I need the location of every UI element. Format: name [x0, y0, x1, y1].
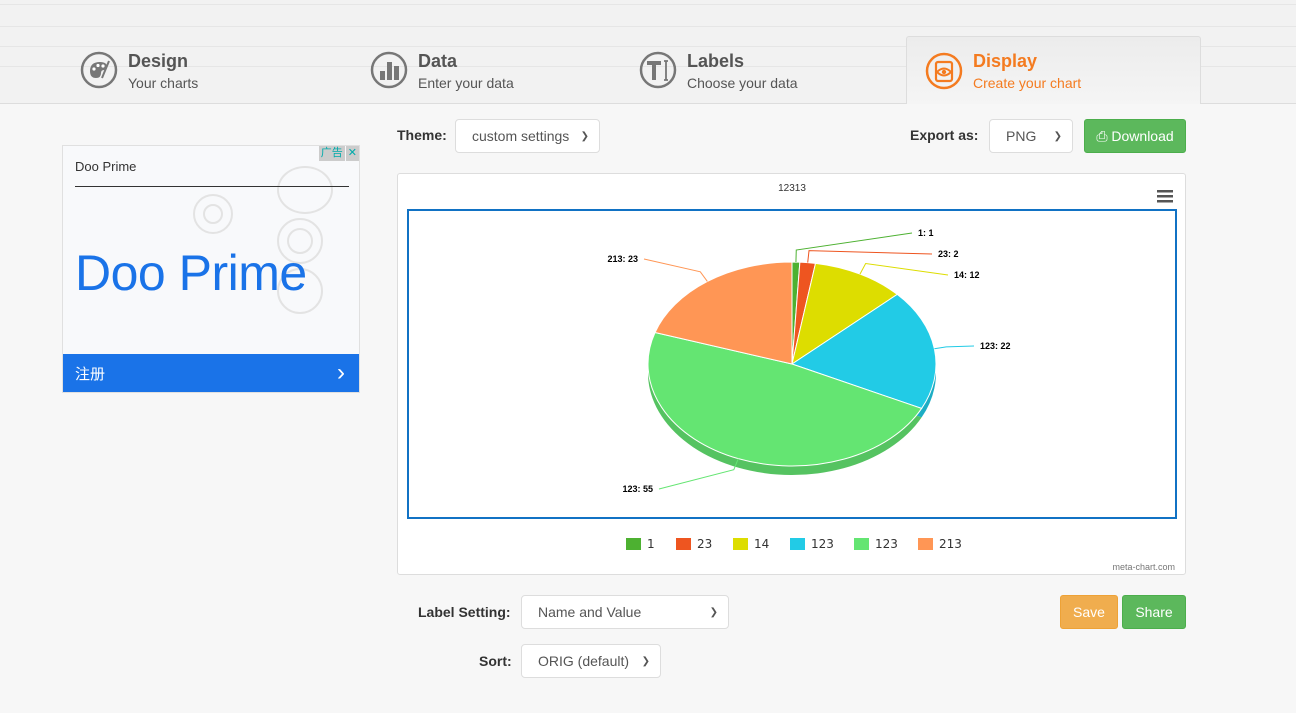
- pie-chart: 12313 1: 1 23: 2 14: 12 123: 22 123: 55 213: …: [407, 183, 1177, 572]
- bar-chart-icon: [370, 51, 408, 89]
- chart-credit: meta-chart.com: [1112, 562, 1175, 572]
- legend-swatch[interactable]: [733, 538, 748, 550]
- share-button[interactable]: Share: [1122, 595, 1186, 629]
- step-subtitle: Choose your data: [687, 74, 798, 91]
- legend-swatch[interactable]: [676, 538, 691, 550]
- step-subtitle: Create your chart: [973, 75, 1082, 91]
- legend-label[interactable]: 1: [647, 537, 655, 551]
- ad-tag[interactable]: 广告 ✕: [318, 146, 359, 161]
- legend-label[interactable]: 213: [939, 537, 962, 551]
- label-setting-select[interactable]: Name and Value ❯: [521, 595, 729, 629]
- ad-brand-small: Doo Prime: [75, 159, 137, 174]
- ad-brand-big: Doo Prime: [75, 245, 307, 301]
- ad-register-button[interactable]: 注册 ›: [63, 354, 359, 392]
- chart-title: 12313: [778, 183, 806, 194]
- legend-swatch[interactable]: [918, 538, 933, 550]
- data-label-connector: [807, 250, 933, 263]
- display-eye-icon: [925, 52, 963, 89]
- legend-swatch[interactable]: [626, 538, 641, 550]
- legend-label[interactable]: 123: [875, 537, 898, 551]
- data-label-connector: [795, 232, 913, 263]
- data-label: 1: 1: [918, 228, 934, 238]
- ad-divider: [75, 186, 349, 187]
- ad-decor-circle: [203, 204, 223, 224]
- step-title: Labels: [687, 50, 745, 71]
- ad-cta-label: 注册: [75, 365, 106, 383]
- legend-swatch[interactable]: [790, 538, 805, 550]
- legend-swatch[interactable]: [854, 538, 869, 550]
- save-button[interactable]: Save: [1060, 595, 1118, 629]
- data-label: 123: 55: [622, 484, 653, 494]
- theme-select[interactable]: custom settings ❯: [455, 119, 600, 153]
- ad-label: 广告: [318, 146, 345, 161]
- data-label-connector: [643, 258, 708, 282]
- chevron-down-icon: ❯: [580, 130, 589, 142]
- data-label: 123: 22: [980, 341, 1011, 351]
- legend-label[interactable]: 23: [697, 537, 712, 551]
- step-data[interactable]: Data Enter your data: [370, 36, 514, 104]
- sort-value: ORIG (default): [538, 653, 630, 669]
- ad-decor-circle: [277, 166, 333, 214]
- chevron-down-icon: ❯: [641, 655, 650, 667]
- step-design[interactable]: Design Your charts: [80, 36, 198, 104]
- download-button[interactable]: ⎙ Download: [1084, 119, 1186, 153]
- legend-label[interactable]: 14: [754, 537, 769, 551]
- data-label: 14: 12: [954, 270, 980, 280]
- ad-close-icon[interactable]: ✕: [345, 146, 359, 161]
- data-label: 23: 2: [938, 249, 959, 259]
- export-format-value: PNG: [1006, 128, 1037, 144]
- step-title: Design: [128, 50, 189, 71]
- label-setting-label: Label Setting:: [418, 604, 511, 620]
- hamburger-menu-icon[interactable]: [1157, 190, 1173, 203]
- step-subtitle: Your charts: [128, 74, 199, 91]
- data-label-connector: [934, 345, 975, 350]
- data-label: 213: 23: [607, 254, 638, 264]
- chevron-right-icon: ›: [337, 359, 345, 386]
- theme-label: Theme:: [397, 127, 447, 143]
- chart-container: 12313 1: 1 23: 2 14: 12 123: 22 123: 55 213: …: [397, 173, 1186, 575]
- step-title: Display: [973, 51, 1038, 71]
- step-subtitle: Enter your data: [418, 74, 514, 91]
- text-cursor-icon: [639, 51, 677, 89]
- sort-label: Sort:: [479, 653, 512, 669]
- palette-icon: [80, 51, 118, 89]
- sort-select[interactable]: ORIG (default) ❯: [521, 644, 661, 678]
- chevron-down-icon: ❯: [709, 606, 718, 618]
- data-label-connector: [859, 262, 949, 276]
- step-display[interactable]: Display Create your chart: [906, 36, 1201, 104]
- step-labels[interactable]: Labels Choose your data: [639, 36, 798, 104]
- label-setting-value: Name and Value: [538, 604, 642, 620]
- theme-select-value: custom settings: [472, 128, 570, 144]
- legend-label[interactable]: 123: [811, 537, 834, 551]
- export-format-select[interactable]: PNG ❯: [989, 119, 1073, 153]
- advertisement[interactable]: Doo Prime 广告 ✕ Doo Prime 注册 ›: [62, 145, 360, 393]
- step-title: Data: [418, 50, 458, 71]
- export-label: Export as:: [910, 127, 979, 143]
- chevron-down-icon: ❯: [1053, 130, 1062, 142]
